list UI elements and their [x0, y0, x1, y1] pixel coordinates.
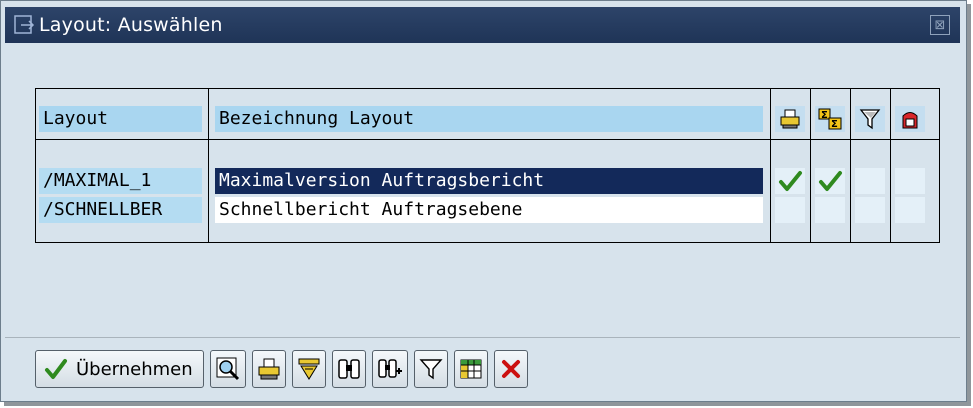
column-header-description[interactable]: Bezeichnung Layout — [215, 106, 763, 132]
print-icon[interactable] — [775, 106, 805, 132]
dialog-window-icon — [13, 14, 35, 36]
table-row-description[interactable]: Maximalversion Auftragsbericht — [215, 168, 763, 194]
sum-icon[interactable]: Σ Σ — [815, 106, 845, 132]
ink-icon[interactable] — [895, 106, 925, 132]
cancel-button[interactable] — [493, 350, 528, 388]
spreadsheet-icon — [460, 359, 482, 379]
layout-table: Layout Bezeichnung Layout Σ Σ /MAXIMAL_1… — [35, 88, 940, 243]
table-row-layout[interactable]: /MAXIMAL_1 — [39, 168, 202, 194]
svg-text:Σ: Σ — [821, 110, 828, 121]
checkmark-icon — [815, 168, 845, 194]
spreadsheet-button[interactable] — [453, 350, 488, 388]
dialog-toolbar: Übernehmen — [35, 349, 534, 389]
flag-cell — [775, 197, 805, 223]
details-icon — [216, 357, 239, 381]
divider — [5, 337, 960, 338]
filter-button[interactable] — [413, 350, 448, 388]
layout-select-dialog: Layout: Auswählen ⊠ Layout Bezeichnung L… — [0, 0, 967, 402]
cancel-icon — [501, 360, 520, 378]
filter-icon[interactable] — [855, 106, 885, 132]
details-button[interactable] — [209, 350, 246, 388]
flag-cell — [815, 197, 845, 223]
flag-cell — [895, 168, 925, 194]
find-next-button[interactable] — [371, 350, 408, 388]
find-next-icon — [377, 359, 402, 378]
sort-button[interactable] — [291, 350, 326, 388]
print-button[interactable] — [251, 350, 286, 388]
find-button[interactable] — [331, 350, 366, 388]
flag-cell — [855, 168, 885, 194]
checkmark-icon — [45, 359, 67, 379]
dialog-title: Layout: Auswählen — [39, 14, 223, 36]
find-icon — [337, 359, 360, 379]
flag-cell — [895, 197, 925, 223]
checkmark-icon — [775, 168, 805, 194]
filter-icon — [419, 359, 443, 380]
sort-icon — [298, 358, 320, 380]
print-icon — [258, 358, 280, 380]
title-bar[interactable]: Layout: Auswählen ⊠ — [5, 7, 960, 43]
table-row-layout[interactable]: /SCHNELLBER — [39, 197, 202, 223]
column-header-layout[interactable]: Layout — [39, 106, 202, 132]
flag-cell — [855, 197, 885, 223]
close-icon[interactable]: ⊠ — [930, 15, 950, 35]
table-row-description[interactable]: Schnellbericht Auftragsebene — [215, 197, 763, 223]
accept-button-label: Übernehmen — [76, 358, 193, 380]
accept-button[interactable]: Übernehmen — [35, 350, 204, 388]
svg-text:Σ: Σ — [831, 119, 838, 130]
